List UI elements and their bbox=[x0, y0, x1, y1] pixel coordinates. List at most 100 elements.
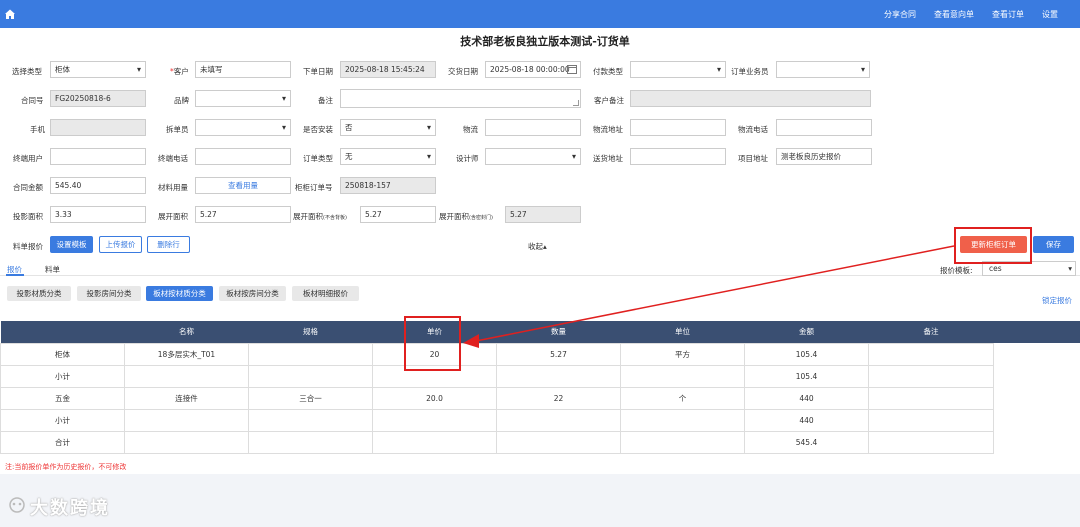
cell-name bbox=[124, 408, 249, 432]
logistics-address-field[interactable] bbox=[630, 119, 726, 136]
header-remark: 备注 bbox=[868, 321, 994, 343]
cell-unit[interactable]: 个 bbox=[620, 386, 745, 410]
unfolded-area-nodoor-label: 展开面积(不含背板) bbox=[293, 212, 347, 221]
select-type-label: 选择类型 bbox=[12, 67, 42, 76]
category-board-room[interactable]: 板材按房间分类 bbox=[219, 286, 286, 301]
cell-unit-price bbox=[372, 408, 497, 432]
cell-category: 小计 bbox=[0, 408, 125, 432]
quote-template-label: 报价模板: bbox=[940, 266, 973, 275]
contract-amount-field[interactable]: 545.40 bbox=[50, 177, 146, 194]
footer-band bbox=[0, 474, 1080, 527]
ship-address-label: 送货地址 bbox=[593, 154, 623, 163]
select-type-select[interactable]: 柜体 bbox=[50, 61, 146, 78]
upload-quote-button[interactable]: 上传报价 bbox=[99, 236, 142, 253]
category-projected-material[interactable]: 投影材质分类 bbox=[7, 286, 71, 301]
table-row: 合计 545.4 bbox=[0, 430, 994, 454]
cell-unit bbox=[620, 364, 745, 388]
table-row: 柜体 18多层实木_T01 20 5.27 平方 105.4 bbox=[0, 342, 994, 366]
unfolded-area-field[interactable]: 5.27 bbox=[195, 206, 291, 223]
cell-unit bbox=[620, 430, 745, 454]
cell-unit[interactable]: 平方 bbox=[620, 342, 745, 366]
highlight-unit-price bbox=[404, 316, 461, 371]
delete-row-button[interactable]: 删除行 bbox=[147, 236, 190, 253]
cell-quantity bbox=[496, 430, 621, 454]
cell-remark[interactable] bbox=[868, 342, 994, 366]
project-address-field[interactable]: 测老板良历史报价 bbox=[776, 148, 872, 165]
set-template-button[interactable]: 设置模板 bbox=[50, 236, 93, 253]
home-icon[interactable] bbox=[4, 8, 16, 20]
designer-select[interactable] bbox=[485, 148, 581, 165]
category-projected-room[interactable]: 投影房间分类 bbox=[77, 286, 141, 301]
cell-remark bbox=[868, 430, 994, 454]
watermark-logo-icon bbox=[9, 497, 25, 513]
tab-material-list[interactable]: 料单 bbox=[45, 264, 60, 275]
cell-spec bbox=[248, 364, 373, 388]
cell-remark[interactable] bbox=[868, 386, 994, 410]
material-usage-label: 材料用量 bbox=[158, 183, 188, 192]
lock-quote-link[interactable]: 锁定报价 bbox=[1042, 295, 1072, 306]
salesperson-select[interactable] bbox=[776, 61, 870, 78]
cell-amount: 105.4 bbox=[744, 342, 869, 366]
header-spec: 规格 bbox=[248, 321, 373, 343]
resize-grip-icon[interactable] bbox=[573, 100, 579, 106]
table-header-row: 名称 规格 单价 数量 单位 金额 备注 bbox=[0, 321, 994, 343]
unfolded-area-nodoor-field[interactable]: 5.27 bbox=[360, 206, 436, 223]
active-tab-indicator bbox=[6, 274, 24, 276]
category-board-material[interactable]: 板材按材质分类 bbox=[146, 286, 213, 301]
header-unit: 单位 bbox=[620, 321, 745, 343]
logistics-phone-field[interactable] bbox=[776, 119, 872, 136]
remark-textarea[interactable] bbox=[340, 89, 581, 108]
cell-spec[interactable] bbox=[248, 342, 373, 366]
view-usage-link[interactable]: 查看用量 bbox=[195, 177, 291, 194]
collapse-toggle[interactable]: 收起▴ bbox=[528, 241, 547, 252]
remark-label: 备注 bbox=[318, 96, 333, 105]
save-button[interactable]: 保存 bbox=[1033, 236, 1074, 253]
order-type-label: 订单类型 bbox=[303, 154, 333, 163]
header-quantity: 数量 bbox=[496, 321, 621, 343]
nav-share-contract[interactable]: 分享合同 bbox=[884, 9, 916, 20]
delivery-date-field[interactable]: 2025-08-18 00:00:00 bbox=[485, 61, 581, 78]
cell-spec[interactable]: 三合一 bbox=[248, 386, 373, 410]
cell-unit bbox=[620, 408, 745, 432]
unfolded-area-door-label: 展开面积(含密封门) bbox=[439, 212, 493, 221]
ship-address-field[interactable] bbox=[630, 148, 726, 165]
cell-amount: 545.4 bbox=[744, 430, 869, 454]
tabs-divider bbox=[0, 275, 1080, 276]
payment-type-select[interactable] bbox=[630, 61, 726, 78]
cabinet-order-no-field: 250818-157 bbox=[340, 177, 436, 194]
cell-amount: 440 bbox=[744, 408, 869, 432]
delivery-date-label: 交货日期 bbox=[448, 67, 478, 76]
cell-name[interactable]: 18多层实木_T01 bbox=[124, 342, 249, 366]
nav-settings[interactable]: 设置 bbox=[1042, 9, 1058, 20]
cell-category: 小计 bbox=[0, 364, 125, 388]
cell-spec bbox=[248, 430, 373, 454]
cell-name[interactable]: 连接件 bbox=[124, 386, 249, 410]
quote-table: 名称 规格 单价 数量 单位 金额 备注 柜体 18多层实木_T01 20 5.… bbox=[0, 321, 994, 454]
cell-unit-price[interactable]: 20.0 bbox=[372, 386, 497, 410]
contract-no-field: FG20250818-6 bbox=[50, 90, 146, 107]
cell-amount: 105.4 bbox=[744, 364, 869, 388]
category-board-detail[interactable]: 板材明细报价 bbox=[292, 286, 359, 301]
top-bar: 分享合同 查看意向单 查看订单 设置 bbox=[0, 0, 1080, 28]
end-phone-field[interactable] bbox=[195, 148, 291, 165]
cell-quantity[interactable]: 22 bbox=[496, 386, 621, 410]
order-type-select[interactable]: 无 bbox=[340, 148, 436, 165]
header-category bbox=[0, 321, 125, 343]
nav-view-intent-orders[interactable]: 查看意向单 bbox=[934, 9, 974, 20]
delivery-date-value: 2025-08-18 00:00:00 bbox=[490, 65, 570, 74]
projected-area-field[interactable]: 3.33 bbox=[50, 206, 146, 223]
calendar-icon[interactable] bbox=[567, 65, 577, 74]
customer-field[interactable]: 未填写 bbox=[195, 61, 291, 78]
end-user-field[interactable] bbox=[50, 148, 146, 165]
nav-view-orders[interactable]: 查看订单 bbox=[992, 9, 1024, 20]
splitter-select[interactable] bbox=[195, 119, 291, 136]
brand-select[interactable] bbox=[195, 90, 291, 107]
header-amount: 金额 bbox=[744, 321, 869, 343]
install-select[interactable]: 否 bbox=[340, 119, 436, 136]
cell-name bbox=[124, 430, 249, 454]
cell-quantity[interactable]: 5.27 bbox=[496, 342, 621, 366]
header-name: 名称 bbox=[124, 321, 249, 343]
logistics-phone-label: 物流电话 bbox=[738, 125, 768, 134]
logistics-field[interactable] bbox=[485, 119, 581, 136]
customer-label: *客户 bbox=[170, 67, 189, 76]
